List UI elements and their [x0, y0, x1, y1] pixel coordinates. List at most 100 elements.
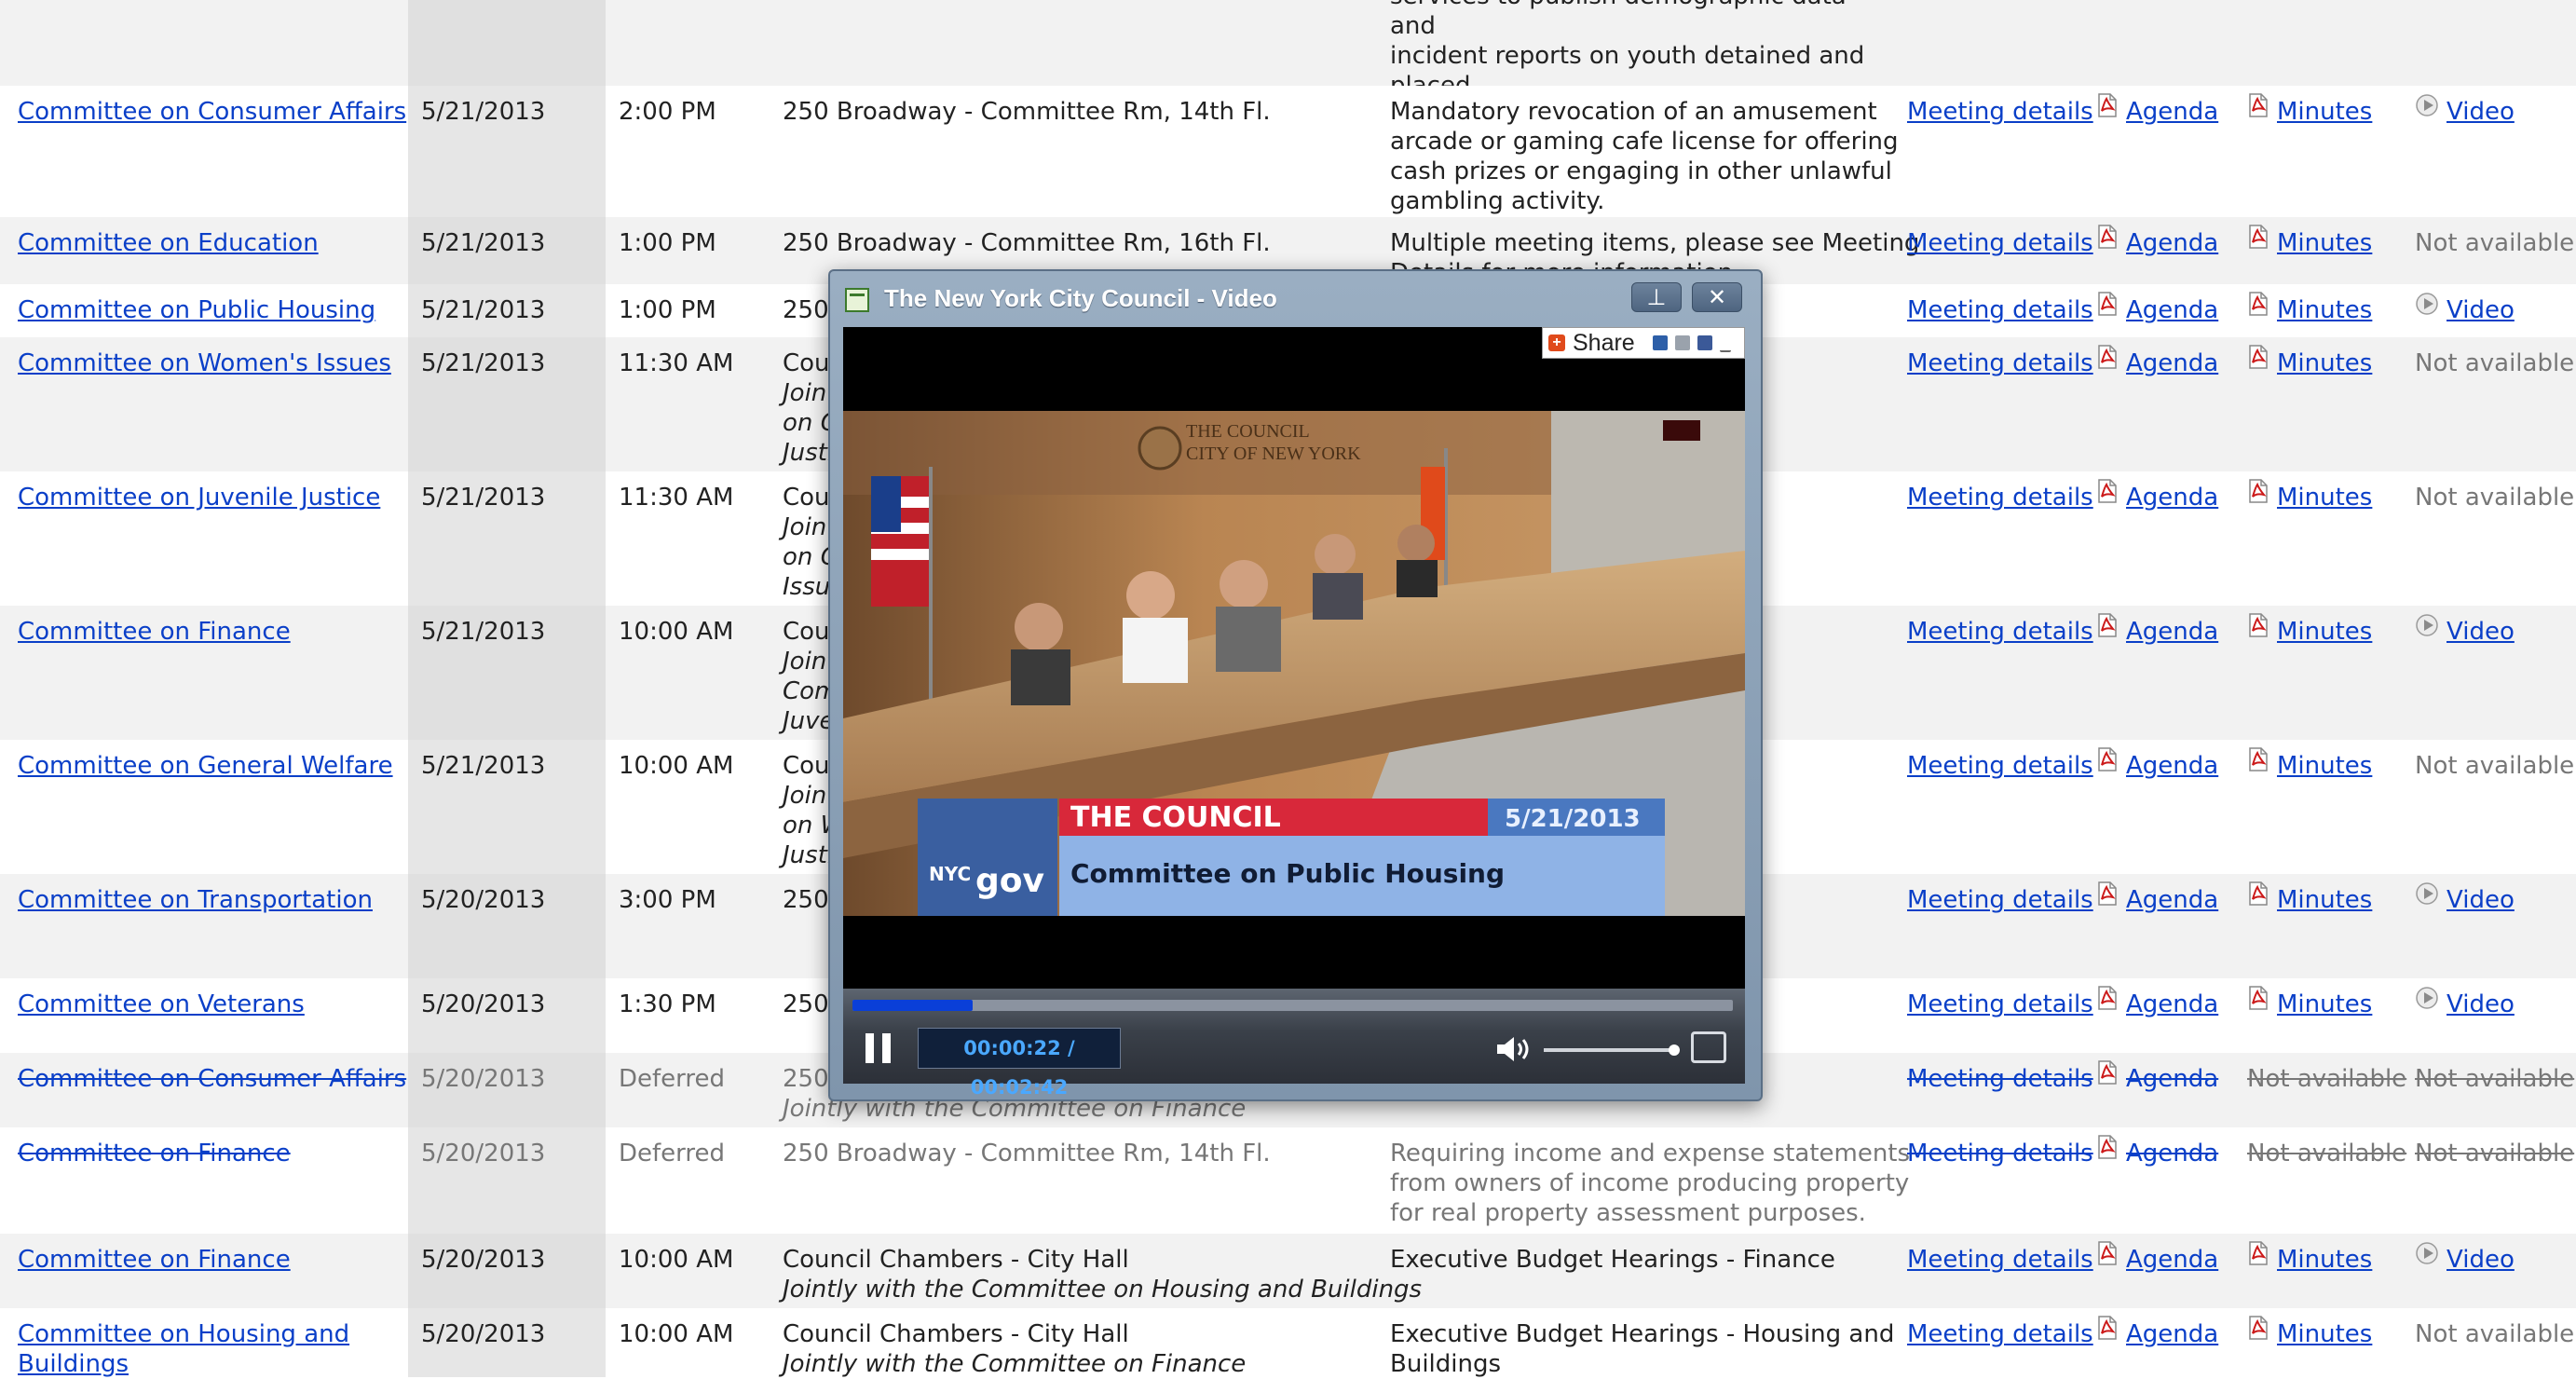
- video-play-icon: [2415, 292, 2439, 316]
- details-cell: Meeting details: [1891, 740, 2093, 874]
- committee-link[interactable]: Committee on Transportation: [18, 885, 404, 915]
- minutes-link[interactable]: Minutes: [2277, 229, 2372, 257]
- minutes-link[interactable]: Minutes: [2277, 990, 2372, 1018]
- agenda-link[interactable]: Agenda: [2126, 618, 2218, 646]
- committee-link[interactable]: Committee on Consumer Affairs: [18, 1064, 406, 1094]
- close-button[interactable]: ✕: [1692, 282, 1742, 312]
- video-link[interactable]: Video: [2447, 990, 2515, 1018]
- popup-titlebar[interactable]: The New York City Council - Video ⊥ ✕: [830, 271, 1761, 318]
- minutes-cell: Minutes: [2238, 874, 2406, 978]
- topic-cell: Mandatory revocation of an amusement arca…: [1379, 86, 1899, 217]
- facebook-icon[interactable]: [1697, 335, 1712, 350]
- progress-bar[interactable]: [852, 1000, 1733, 1011]
- committee-link[interactable]: Committee on Education: [18, 228, 404, 258]
- volume-knob[interactable]: [1669, 1044, 1680, 1056]
- minutes-cell: Not available: [2238, 1053, 2406, 1127]
- committee-cell: Committee on Finance: [8, 606, 404, 740]
- video-link[interactable]: Video: [2447, 886, 2515, 914]
- video-link[interactable]: Video: [2447, 1246, 2515, 1274]
- share-plus-icon: +: [1548, 335, 1565, 351]
- time-cell: Deferred: [619, 1065, 726, 1093]
- minutes-link[interactable]: Minutes: [2277, 349, 2372, 377]
- video-link[interactable]: Video: [2447, 98, 2515, 126]
- details-cell: Meeting details: [1891, 874, 2093, 978]
- table-row: Committee on Consumer Affairs 5/21/2013 2:…: [0, 86, 2576, 217]
- agenda-link[interactable]: Agenda: [2126, 1065, 2218, 1093]
- fullscreen-icon[interactable]: [1691, 1031, 1726, 1063]
- minutes-link[interactable]: Minutes: [2277, 1320, 2372, 1348]
- meeting-details-link[interactable]: Meeting details: [1907, 229, 2093, 257]
- date-cell: 5/20/2013: [408, 978, 606, 1053]
- video-player[interactable]: + Share THE COUNCIL CITY OF NEW YORK NYC…: [843, 327, 1745, 1099]
- pdf-icon: [2096, 292, 2119, 316]
- pdf-icon: [2096, 345, 2119, 369]
- minutes-link[interactable]: Minutes: [2277, 296, 2372, 324]
- minutes-link[interactable]: Minutes: [2277, 618, 2372, 646]
- committee-link[interactable]: Committee on Consumer Affairs: [18, 97, 406, 127]
- share-bar[interactable]: + Share: [1542, 327, 1745, 359]
- committee-link[interactable]: Committee on Public Housing: [18, 295, 404, 325]
- meeting-details-link[interactable]: Meeting details: [1907, 484, 2093, 512]
- agenda-link[interactable]: Agenda: [2126, 349, 2218, 377]
- location-cell: 250 Broadway - Committee Rm, 14th Fl.: [773, 86, 1379, 217]
- minutes-cell: Minutes: [2238, 86, 2406, 217]
- video-cell: Video: [2406, 606, 2576, 740]
- agenda-link[interactable]: Agenda: [2126, 752, 2218, 780]
- minutes-link[interactable]: Minutes: [2277, 484, 2372, 512]
- minutes-link[interactable]: Minutes: [2277, 752, 2372, 780]
- meeting-details-link[interactable]: Meeting details: [1907, 618, 2093, 646]
- pin-button[interactable]: ⊥: [1631, 282, 1682, 312]
- agenda-link[interactable]: Agenda: [2126, 296, 2218, 324]
- video-frame[interactable]: THE COUNCIL CITY OF NEW YORK NYC gov THE…: [843, 411, 1745, 916]
- meeting-details-link[interactable]: Meeting details: [1907, 1140, 2093, 1167]
- meeting-details-link[interactable]: Meeting details: [1907, 752, 2093, 780]
- committee-link[interactable]: Committee on Finance: [18, 1139, 404, 1168]
- committee-link[interactable]: Committee on Veterans: [18, 990, 404, 1019]
- committee-link[interactable]: Committee on General Welfare: [18, 751, 404, 781]
- video-not-available: Not available: [2415, 229, 2575, 257]
- meeting-details-link[interactable]: Meeting details: [1907, 1246, 2093, 1274]
- minutes-link[interactable]: Minutes: [2277, 98, 2372, 126]
- committee-link[interactable]: Committee on Juvenile Justice: [18, 483, 404, 512]
- volume-icon[interactable]: [1495, 1035, 1533, 1063]
- video-link[interactable]: Video: [2447, 296, 2515, 324]
- agenda-link[interactable]: Agenda: [2126, 1320, 2218, 1348]
- agenda-link[interactable]: Agenda: [2126, 229, 2218, 257]
- committee-link[interactable]: Committee on Women's Issues: [18, 348, 404, 378]
- agenda-link[interactable]: Agenda: [2126, 98, 2218, 126]
- details-cell: Meeting details: [1891, 978, 2093, 1053]
- pause-icon[interactable]: [865, 1033, 893, 1063]
- agenda-cell: Agenda: [2087, 1127, 2238, 1234]
- video-link[interactable]: Video: [2447, 618, 2515, 646]
- meeting-details-link[interactable]: Meeting details: [1907, 349, 2093, 377]
- agenda-link[interactable]: Agenda: [2126, 1246, 2218, 1274]
- committee-link[interactable]: Committee on Finance: [18, 1245, 404, 1275]
- time-cell: 1:00 PM: [619, 296, 716, 324]
- minutes-cell: Minutes: [2238, 606, 2406, 740]
- share-label[interactable]: Share: [1573, 328, 1635, 358]
- video-popup-window[interactable]: The New York City Council - Video ⊥ ✕ + …: [828, 269, 1763, 1101]
- minutes-link[interactable]: Minutes: [2277, 1246, 2372, 1274]
- volume-slider[interactable]: [1544, 1044, 1680, 1056]
- meeting-details-link[interactable]: Meeting details: [1907, 1320, 2093, 1348]
- agenda-link[interactable]: Agenda: [2126, 886, 2218, 914]
- committee-link[interactable]: Committee on Housing and: [18, 1319, 404, 1349]
- location-text: Cou: [783, 752, 830, 780]
- committee-link[interactable]: Buildings: [18, 1349, 404, 1379]
- delicious-icon[interactable]: [1653, 335, 1668, 350]
- topic-line: from owners of income producing property: [1390, 1169, 1910, 1197]
- meeting-details-link[interactable]: Meeting details: [1907, 1065, 2093, 1093]
- digg-icon[interactable]: [1675, 335, 1690, 350]
- meeting-details-link[interactable]: Meeting details: [1907, 296, 2093, 324]
- agenda-link[interactable]: Agenda: [2126, 990, 2218, 1018]
- minutes-link[interactable]: Minutes: [2277, 886, 2372, 914]
- agenda-link[interactable]: Agenda: [2126, 484, 2218, 512]
- agenda-cell: Agenda: [2087, 284, 2238, 337]
- more-icon[interactable]: [1720, 335, 1731, 352]
- committee-link[interactable]: Committee on Finance: [18, 617, 404, 647]
- meeting-details-link[interactable]: Meeting details: [1907, 98, 2093, 126]
- agenda-link[interactable]: Agenda: [2126, 1140, 2218, 1167]
- video-play-icon: [2415, 1241, 2439, 1265]
- meeting-details-link[interactable]: Meeting details: [1907, 990, 2093, 1018]
- meeting-details-link[interactable]: Meeting details: [1907, 886, 2093, 914]
